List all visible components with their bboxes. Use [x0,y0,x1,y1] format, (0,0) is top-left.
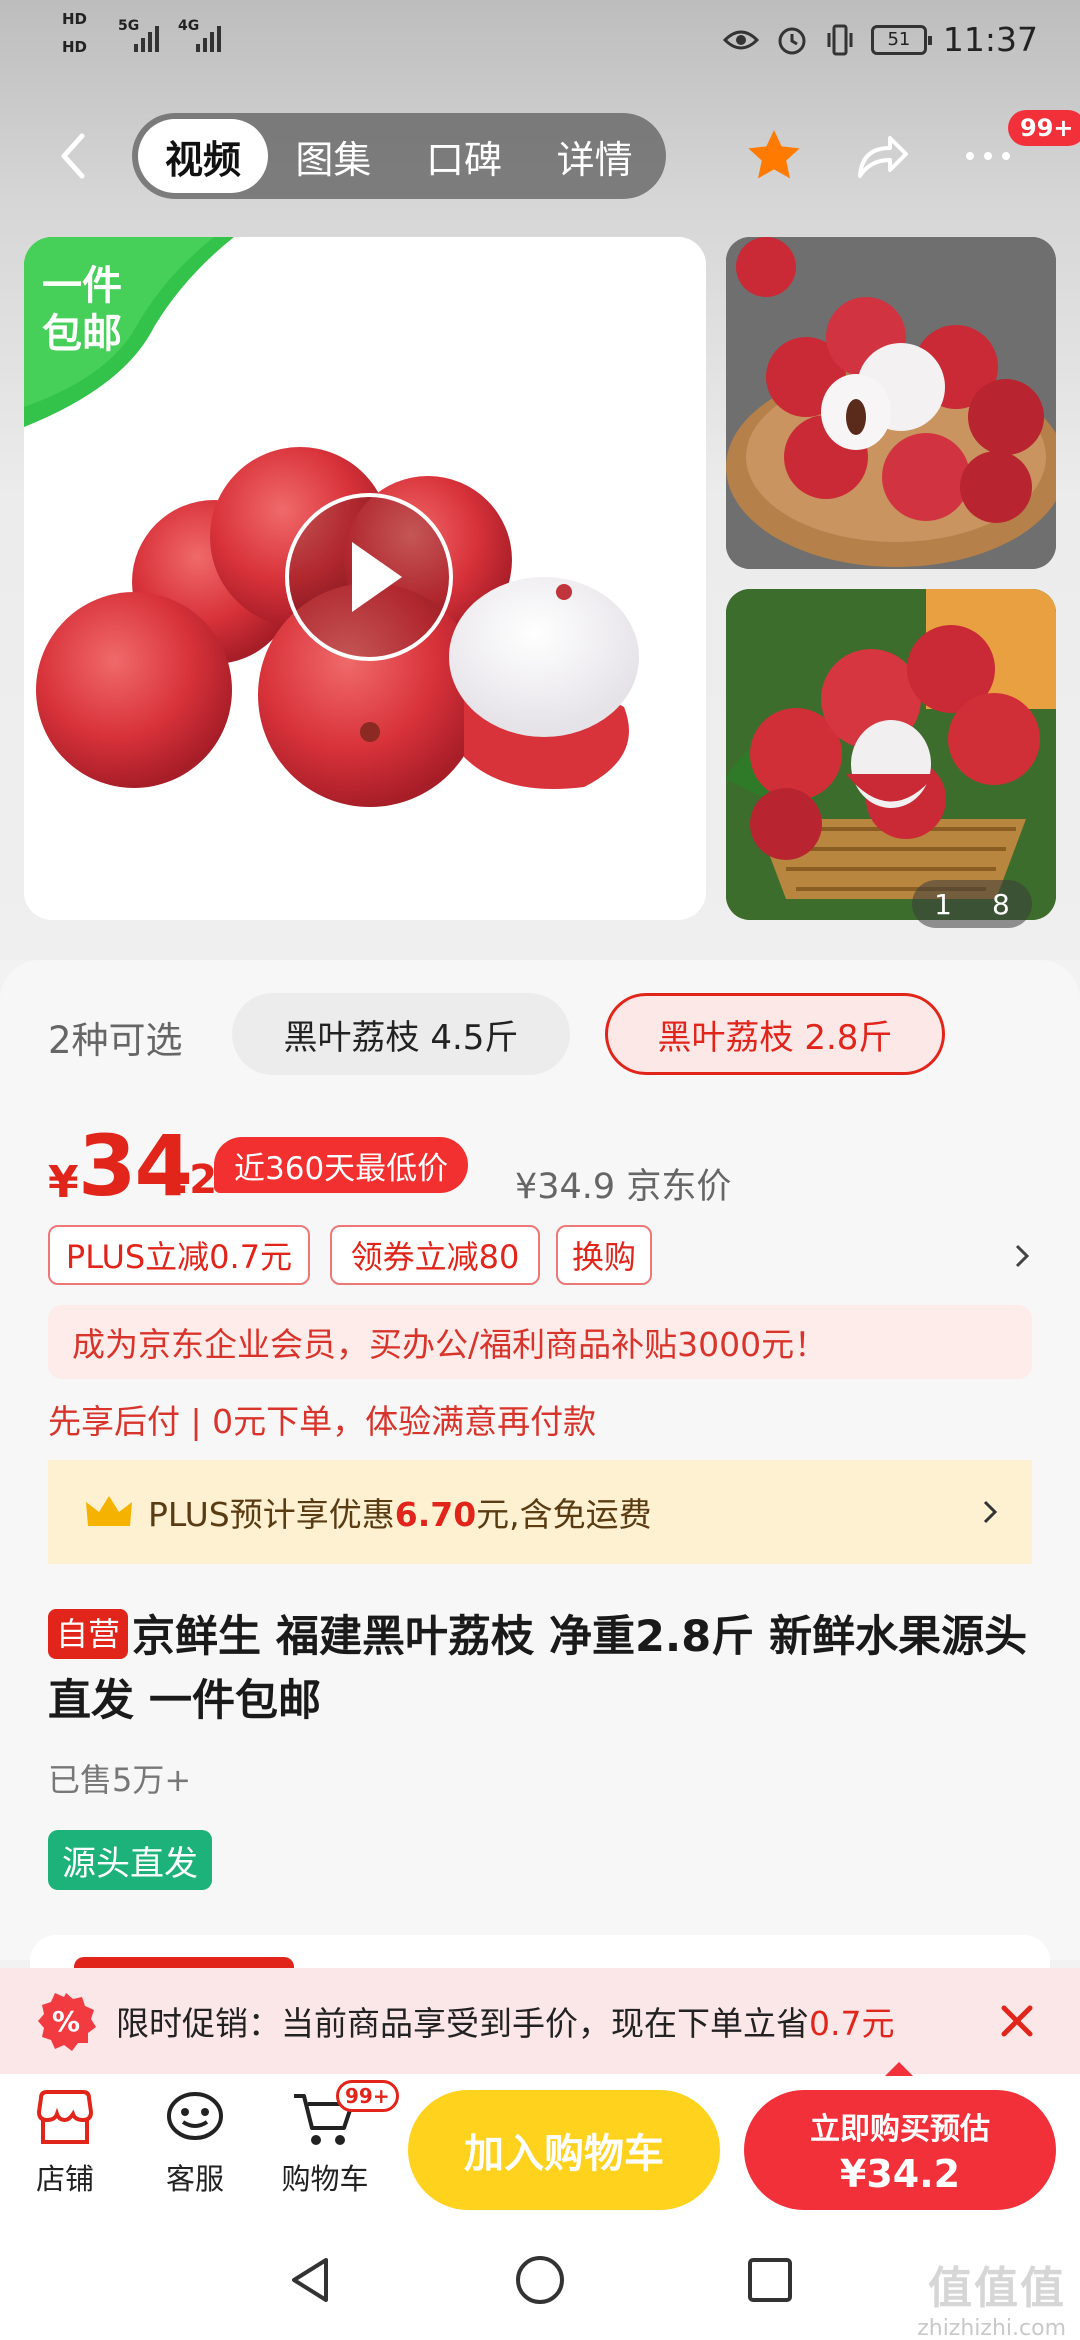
status-bar: HD HD 5G 4G 51 11:37 [0,0,1080,80]
promo-banner-amount: 0.7元 [809,2004,895,2043]
share-icon[interactable] [852,126,912,186]
free-shipping-line2: 包邮 [42,311,122,357]
self-operated-tag: 自营 [48,1609,129,1659]
promo-chevron-right-icon[interactable] [1012,1242,1032,1270]
plus-chevron-right-icon [983,1500,998,1524]
promo-banner-text: 限时促销：当前商品享受到手价，现在下单立省0.7元 [116,1997,894,2045]
hd-indicators: HD HD [62,10,87,56]
add-to-cart-button[interactable]: 加入购物车 [408,2090,720,2210]
plus-savings-prefix: PLUS预计享优惠 [148,1495,395,1534]
option-chip-4-5[interactable]: 黑叶荔枝 4.5斤 [232,993,570,1075]
buy-now-price: ¥34.2 [839,2152,961,2196]
tab-gallery[interactable]: 图集 [268,119,399,193]
cart-count-badge: 99+ [336,2080,399,2112]
watermark-sub: zhizhizhi.com [917,2316,1066,2340]
system-recents-icon[interactable] [742,2252,798,2308]
crown-icon [86,1496,132,1526]
battery-icon: 51 [870,24,932,55]
plus-savings-bar[interactable]: PLUS预计享优惠6.70元,含免运费 [48,1460,1032,1564]
tab-reviews[interactable]: 口碑 [399,119,530,193]
buy-now-button[interactable]: 立即购买预估 ¥34.2 [744,2090,1056,2210]
customer-service-label: 客服 [165,2162,224,2196]
price-decimal: .2 [174,1157,218,1203]
watermark: 值值值 zhizhizhi.com [917,2252,1066,2340]
plus-savings-text: PLUS预计享优惠6.70元,含免运费 [148,1488,652,1536]
media-tabs: 视频 图集 口碑 详情 [132,113,666,199]
customer-service-icon [167,2092,223,2140]
signal-icon-2 [196,22,221,52]
gallery-counter: 1 8 [912,880,1032,928]
shop-label: 店铺 [35,2162,94,2196]
customer-service-button[interactable]: 客服 [140,2088,250,2198]
sold-count: 已售5万+ [48,1761,192,1799]
lychee-bowl-image [726,237,1056,569]
clock: 11:37 [942,20,1038,59]
source-direct-tag: 源头直发 [48,1830,212,1890]
vibrate-icon [827,24,853,55]
shop-button[interactable]: 店铺 [10,2088,120,2198]
plus-savings-suffix: 元,含免运费 [476,1495,652,1534]
system-home-icon[interactable] [512,2252,568,2308]
coupon-tag[interactable]: 领券立减80 [330,1225,540,1285]
gallery-counter-current: 1 [934,887,952,921]
price-currency: ¥ [48,1157,79,1208]
lychee-basket-image [726,589,1056,920]
bottom-action-bar: 店铺 客服 99+ 购物车 加入购物车 立即购买预估 ¥34.2 [0,2074,1080,2220]
thumbnail-1[interactable] [726,237,1056,569]
message-badge: 99+ [1008,110,1080,146]
close-icon[interactable] [992,1996,1042,2046]
option-chip-2-8-selected[interactable]: 黑叶荔枝 2.8斤 [605,993,945,1075]
cart-button[interactable]: 99+ 购物车 [270,2080,399,2198]
trade-in-tag[interactable]: 换购 [556,1225,652,1285]
eye-icon [722,30,759,49]
lowest-price-badge: 近360天最低价 [214,1137,469,1193]
promo-banner-message: 限时促销：当前商品享受到手价，现在下单立省 [116,2004,809,2043]
tab-video[interactable]: 视频 [138,119,268,193]
plus-savings-amount: 6.70 [394,1495,477,1534]
hd-label-1: HD [62,10,88,28]
plus-discount-tag[interactable]: PLUS立减0.7元 [48,1225,310,1285]
lychee-illustration: 一件 包邮 [24,237,706,920]
thumbnail-2[interactable] [726,589,1056,920]
free-shipping-line1: 一件 [42,263,122,309]
gallery-counter-total: 8 [992,887,1010,921]
shop-icon [36,2090,94,2144]
limited-promo-banner[interactable]: % 限时促销：当前商品享受到手价，现在下单立省0.7元 [0,1968,1080,2074]
svg-text:%: % [52,2005,80,2038]
system-back-icon[interactable] [282,2252,338,2308]
favorite-star-icon[interactable] [744,126,804,186]
watermark-main: 值值值 [928,2263,1066,2314]
signal-icon [134,22,159,52]
pay-later-text[interactable]: 先享后付 | 0元下单，体验满意再付款 [48,1395,596,1443]
product-title: 自营 京鲜生 福建黑叶荔枝 净重2.8斤 新鲜水果源头直发 一件包邮 [48,1605,1038,1733]
cart-label: 购物车 [281,2162,369,2196]
top-nav: 视频 图集 口碑 详情 [0,110,1080,200]
option-count-label: 2种可选 [48,1019,183,1062]
jd-reference-price: ¥34.9 京东价 [515,1167,732,1207]
buy-tooltip-arrow [885,2062,913,2076]
discount-icon: % [38,1993,96,2051]
tab-details[interactable]: 详情 [529,119,660,193]
buy-now-label: 立即购买预估 [810,2112,990,2147]
enterprise-member-banner[interactable]: 成为京东企业会员，买办公/福利商品补贴3000元！ [48,1305,1032,1379]
hd-label-2: HD [62,38,88,56]
product-title-text: 京鲜生 福建黑叶荔枝 净重2.8斤 新鲜水果源头直发 一件包邮 [48,1612,1028,1726]
back-icon[interactable] [48,128,104,184]
alarm-icon [778,27,806,54]
main-product-image[interactable]: 一件 包邮 [24,237,706,920]
